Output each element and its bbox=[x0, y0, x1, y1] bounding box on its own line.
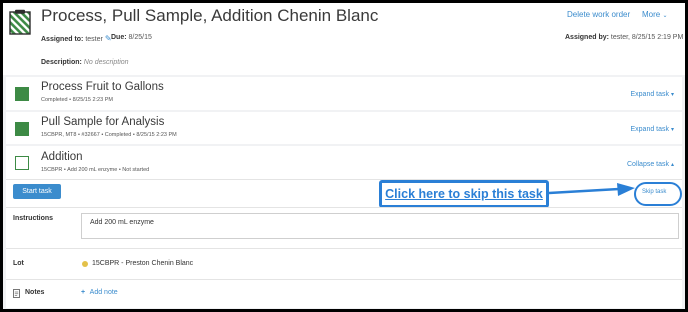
task-complete-indicator bbox=[15, 87, 29, 101]
delete-work-order-link[interactable]: Delete work order bbox=[567, 10, 630, 19]
chevron-up-icon: ▴ bbox=[670, 162, 674, 168]
task-complete-indicator bbox=[15, 122, 29, 136]
task-status: 15CBPR • Add 200 mL enzyme • Not started bbox=[41, 167, 150, 173]
assigned-by: Assigned by: tester, 8/25/15 2:19 PM bbox=[565, 34, 683, 41]
lot-value[interactable]: 15CBPR - Preston Chenin Blanc bbox=[92, 260, 193, 267]
assigned-by-value: tester, 8/25/15 2:19 PM bbox=[610, 34, 684, 41]
work-order-header: Process, Pull Sample, Addition Chenin Bl… bbox=[3, 3, 685, 75]
more-label: More bbox=[642, 10, 661, 19]
due-label: Due: bbox=[111, 34, 127, 41]
notes-icon bbox=[13, 289, 20, 298]
add-note-label: Add note bbox=[89, 289, 118, 296]
description-label: Description: bbox=[41, 59, 82, 66]
task-name: Process Fruit to Gallons bbox=[41, 81, 164, 93]
chevron-down-icon: ▾ bbox=[670, 92, 674, 98]
task-name: Pull Sample for Analysis bbox=[41, 116, 165, 128]
assigned-to-label: Assigned to: bbox=[41, 36, 84, 43]
expand-task-label: Expand task bbox=[630, 91, 670, 98]
expand-task-label: Expand task bbox=[630, 126, 670, 133]
due-value: 8/25/15 bbox=[128, 34, 152, 41]
divider bbox=[6, 179, 682, 180]
more-menu[interactable]: More ⌄ bbox=[642, 10, 668, 19]
lot-label: Lot bbox=[13, 260, 24, 267]
task-row: Process Fruit to Gallons Completed • 8/2… bbox=[6, 77, 682, 110]
arrow-right-icon bbox=[549, 183, 635, 196]
expand-task-button[interactable]: Expand task ▾ bbox=[631, 91, 675, 98]
divider bbox=[6, 207, 682, 208]
due-date: Due: 8/25/15 bbox=[111, 34, 152, 41]
work-order-icon bbox=[9, 9, 31, 35]
collapse-task-label: Collapse task bbox=[627, 161, 670, 168]
task-status: Completed • 8/25/15 2:23 PM bbox=[41, 97, 113, 103]
skip-task-callout: Click here to skip this task bbox=[379, 180, 549, 208]
lot-status-dot bbox=[82, 261, 88, 267]
chevron-down-icon: ▾ bbox=[670, 127, 674, 133]
task-incomplete-indicator bbox=[15, 156, 29, 170]
task-name: Addition bbox=[41, 151, 83, 163]
page-title: Process, Pull Sample, Addition Chenin Bl… bbox=[41, 6, 379, 25]
divider bbox=[6, 279, 682, 280]
task-status: 15CBPR, MT8 • #32667 • Completed • 8/25/… bbox=[41, 132, 177, 138]
task-row: Pull Sample for Analysis 15CBPR, MT8 • #… bbox=[6, 112, 682, 144]
instructions-label: Instructions bbox=[13, 215, 54, 222]
description: Description: No description bbox=[41, 59, 129, 66]
skip-task-highlight: Skip task bbox=[634, 182, 682, 206]
instructions-field[interactable]: Add 200 mL enzyme bbox=[81, 213, 679, 239]
start-task-button[interactable]: Start task bbox=[13, 184, 61, 199]
expand-task-button[interactable]: Expand task ▾ bbox=[631, 126, 675, 133]
work-order-frame: Process, Pull Sample, Addition Chenin Bl… bbox=[3, 3, 685, 309]
divider bbox=[6, 248, 682, 249]
notes-label: Notes bbox=[25, 289, 45, 296]
assigned-by-label: Assigned by: bbox=[565, 34, 609, 41]
assigned-to: Assigned to: tester ✎ bbox=[41, 34, 112, 43]
assigned-to-value: tester bbox=[85, 36, 103, 43]
chevron-down-icon: ⌄ bbox=[662, 13, 668, 19]
collapse-task-button[interactable]: Collapse task ▴ bbox=[627, 161, 674, 168]
plus-icon: + bbox=[81, 289, 86, 296]
add-note-button[interactable]: + Add note bbox=[81, 289, 118, 296]
description-value: No description bbox=[83, 59, 129, 66]
skip-task-button[interactable]: Skip task bbox=[642, 189, 666, 195]
